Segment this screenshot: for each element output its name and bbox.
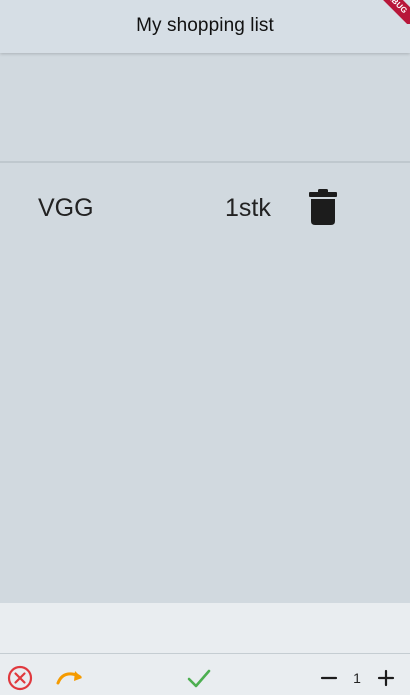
app-bar: My shopping list <box>0 0 410 53</box>
decrement-button[interactable] <box>316 664 342 692</box>
item-name: VGG <box>38 194 94 222</box>
increment-button[interactable] <box>373 664 399 692</box>
minus-icon <box>320 676 338 680</box>
cancel-button[interactable] <box>6 664 34 692</box>
list-divider <box>0 161 410 163</box>
redo-button[interactable] <box>55 664 85 692</box>
cancel-circle-icon <box>7 665 33 691</box>
page-title: My shopping list <box>136 15 274 36</box>
debug-banner-label: DEBUG <box>365 0 410 24</box>
redo-arrow-icon <box>56 671 82 685</box>
debug-banner: DEBUG <box>364 0 410 24</box>
checkmark-icon <box>187 669 211 688</box>
plus-icon <box>377 669 395 687</box>
header-spacer <box>0 54 410 161</box>
item-quantity: 1stk <box>225 194 271 222</box>
entry-panel <box>0 603 410 653</box>
confirm-button[interactable] <box>184 664 214 692</box>
delete-button[interactable] <box>306 187 340 227</box>
trash-icon <box>309 189 337 225</box>
list-item[interactable]: VGG 1stk <box>0 171 410 245</box>
bottom-action-bar: 1 <box>0 653 410 695</box>
quantity-counter: 1 <box>353 670 361 686</box>
